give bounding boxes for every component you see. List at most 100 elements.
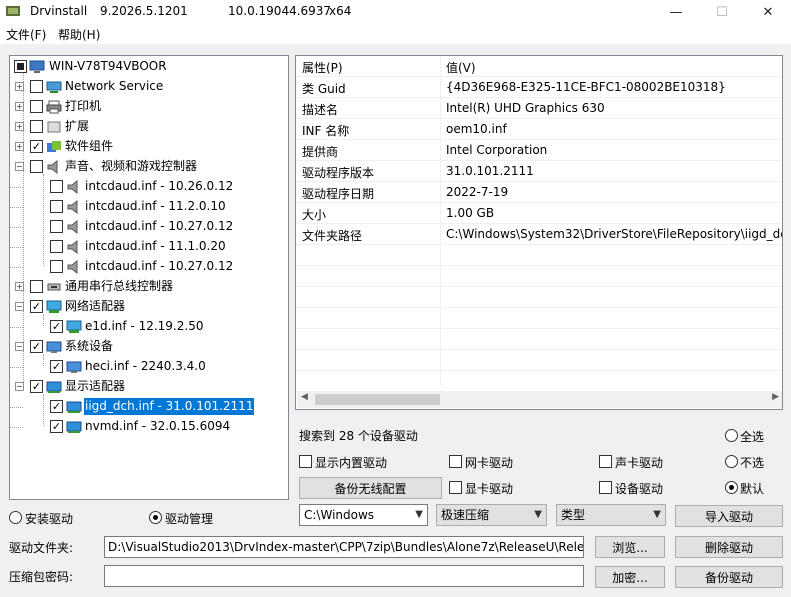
show-builtin-checkbox[interactable] xyxy=(299,455,312,468)
properties-list[interactable]: 属性(P) 值(V) 类 Guid {4D36E968-E325-11CE-BFC… xyxy=(295,55,783,410)
radio-select-all[interactable] xyxy=(725,429,738,442)
tree-item-label: 软件组件 xyxy=(65,139,114,153)
driver-tree[interactable]: WIN-V78T94VBOOR + Network Service + 打印机 + 扩展 +… xyxy=(9,55,289,500)
empty-row xyxy=(296,371,782,392)
tree-item[interactable]: + Network Service xyxy=(10,78,270,96)
tree-item[interactable]: intcdaud.inf - 11.1.0.20 xyxy=(10,238,290,256)
property-row[interactable]: INF 名称 oem10.inf xyxy=(296,119,782,140)
header-property[interactable]: 属性(P) xyxy=(302,59,343,76)
tree-item-checkbox[interactable] xyxy=(50,200,63,213)
backup-driver-button[interactable]: 备份驱动 xyxy=(675,566,783,588)
radio-select-none[interactable] xyxy=(725,455,738,468)
tree-item-checkbox[interactable] xyxy=(30,280,43,293)
maximize-button[interactable]: ☐ xyxy=(699,0,745,24)
expand-icon[interactable]: + xyxy=(15,282,24,291)
tree-item[interactable]: + ✓ 软件组件 xyxy=(10,138,270,156)
tree-item-checkbox[interactable] xyxy=(30,160,43,173)
close-icon: ✕ xyxy=(762,4,774,20)
property-row[interactable]: 描述名 Intel(R) UHD Graphics 630 xyxy=(296,98,782,119)
property-row[interactable]: 文件夹路径 C:\Windows\System32\DriverStore\Fil… xyxy=(296,224,782,245)
tree-item[interactable]: ✓ e1d.inf - 12.19.2.50 xyxy=(10,318,290,336)
expand-icon[interactable]: + xyxy=(15,102,24,111)
tree-item-checkbox[interactable]: ✓ xyxy=(30,340,43,353)
nic-driver-checkbox[interactable] xyxy=(449,455,462,468)
compression-combo[interactable]: 极速压缩 ▼ xyxy=(436,504,547,526)
tree-item[interactable]: intcdaud.inf - 10.26.0.12 xyxy=(10,178,290,196)
header-value[interactable]: 值(V) xyxy=(446,59,476,76)
scroll-right-icon[interactable]: ▶ xyxy=(772,392,779,402)
tree-item[interactable]: + 扩展 xyxy=(10,118,270,136)
sound-driver-checkbox[interactable] xyxy=(599,455,612,468)
tree-item-checkbox[interactable]: ✓ xyxy=(50,400,63,413)
radio-install-driver[interactable] xyxy=(9,511,22,524)
archive-password-input[interactable] xyxy=(104,565,584,587)
tree-root[interactable]: WIN-V78T94VBOOR xyxy=(14,58,284,76)
backup-wireless-button[interactable]: 备份无线配置 xyxy=(299,477,442,499)
scrollbar-thumb[interactable] xyxy=(315,394,440,405)
empty-row xyxy=(296,245,782,266)
tree-item[interactable]: + 通用串行总线控制器 xyxy=(10,278,270,296)
scroll-left-icon[interactable]: ◀ xyxy=(301,392,308,402)
property-row[interactable]: 驱动程序版本 31.0.101.2111 xyxy=(296,161,782,182)
radio-default[interactable] xyxy=(725,481,738,494)
tree-item-checkbox[interactable]: ✓ xyxy=(30,300,43,313)
tree-item[interactable]: intcdaud.inf - 11.2.0.10 xyxy=(10,198,290,216)
encrypt-button[interactable]: 加密... xyxy=(595,566,665,588)
radio-manage-driver-label: 驱动管理 xyxy=(165,512,214,526)
tree-item-checkbox[interactable]: ✓ xyxy=(50,320,63,333)
properties-header: 属性(P) 值(V) xyxy=(296,56,782,77)
tree-item-label: e1d.inf - 12.19.2.50 xyxy=(85,319,204,333)
import-driver-button[interactable]: 导入驱动 xyxy=(675,505,783,527)
root-checkbox[interactable] xyxy=(14,60,27,73)
tree-item[interactable]: intcdaud.inf - 10.27.0.12 xyxy=(10,218,290,236)
property-row[interactable]: 提供商 Intel Corporation xyxy=(296,140,782,161)
collapse-icon[interactable]: − xyxy=(15,302,24,311)
collapse-icon[interactable]: − xyxy=(15,382,24,391)
type-combo[interactable]: 类型 ▼ xyxy=(556,504,666,526)
tree-item-checkbox[interactable] xyxy=(50,240,63,253)
collapse-icon[interactable]: − xyxy=(15,162,24,171)
expand-icon[interactable]: + xyxy=(15,82,24,91)
tree-item[interactable]: + 打印机 xyxy=(10,98,270,116)
system-path-combo[interactable]: C:\Windows ▼ xyxy=(299,504,428,526)
collapse-icon[interactable]: − xyxy=(15,342,24,351)
expand-icon[interactable]: + xyxy=(15,122,24,131)
menu-help[interactable]: 帮助(H) xyxy=(58,26,100,43)
close-button[interactable]: ✕ xyxy=(745,0,791,24)
tree-item-checkbox[interactable]: ✓ xyxy=(30,140,43,153)
tree-item-checkbox[interactable] xyxy=(30,80,43,93)
delete-driver-button[interactable]: 删除驱动 xyxy=(675,536,783,558)
tree-item-checkbox[interactable]: ✓ xyxy=(50,420,63,433)
driver-folder-input[interactable]: D:\VisualStudio2013\DrvIndex-master\CPP\… xyxy=(104,536,584,558)
property-row[interactable]: 大小 1.00 GB xyxy=(296,203,782,224)
tree-item[interactable]: − ✓ 系统设备 xyxy=(10,338,270,356)
property-key: 类 Guid xyxy=(302,82,346,96)
property-row[interactable]: 类 Guid {4D36E968-E325-11CE-BFC1-08002BE10… xyxy=(296,77,782,98)
tree-item-checkbox[interactable] xyxy=(30,100,43,113)
device-driver-checkbox[interactable] xyxy=(599,481,612,494)
tree-item-checkbox[interactable] xyxy=(30,120,43,133)
tree-item-checkbox[interactable] xyxy=(50,220,63,233)
speaker-icon xyxy=(46,159,62,175)
radio-manage-driver[interactable] xyxy=(149,511,162,524)
browse-button[interactable]: 浏览... xyxy=(595,536,665,558)
menu-file[interactable]: 文件(F) xyxy=(6,26,46,43)
minimize-button[interactable]: — xyxy=(653,0,699,24)
property-value: Intel Corporation xyxy=(446,143,548,157)
tree-item[interactable]: ✓ nvmd.inf - 32.0.15.6094 xyxy=(10,418,290,436)
expand-icon[interactable]: + xyxy=(15,142,24,151)
tree-item[interactable]: − 声音、视频和游戏控制器 xyxy=(10,158,270,176)
tree-item[interactable]: ✓ heci.inf - 2240.3.4.0 xyxy=(10,358,290,376)
display-adapter-icon xyxy=(46,380,62,394)
horizontal-scrollbar[interactable]: ◀ ▶ xyxy=(297,391,782,408)
tree-item-checkbox[interactable] xyxy=(50,180,63,193)
tree-item-selected[interactable]: ✓ iigd_dch.inf - 31.0.101.2111 xyxy=(10,398,290,416)
property-row[interactable]: 驱动程序日期 2022-7-19 xyxy=(296,182,782,203)
gpu-driver-checkbox[interactable] xyxy=(449,481,462,494)
tree-item-checkbox[interactable]: ✓ xyxy=(30,380,43,393)
tree-item[interactable]: intcdaud.inf - 10.27.0.12 xyxy=(10,258,290,276)
tree-item[interactable]: − ✓ 网络适配器 xyxy=(10,298,270,316)
tree-item-checkbox[interactable]: ✓ xyxy=(50,360,63,373)
tree-item-checkbox[interactable] xyxy=(50,260,63,273)
tree-item[interactable]: − ✓ 显示适配器 xyxy=(10,378,270,396)
